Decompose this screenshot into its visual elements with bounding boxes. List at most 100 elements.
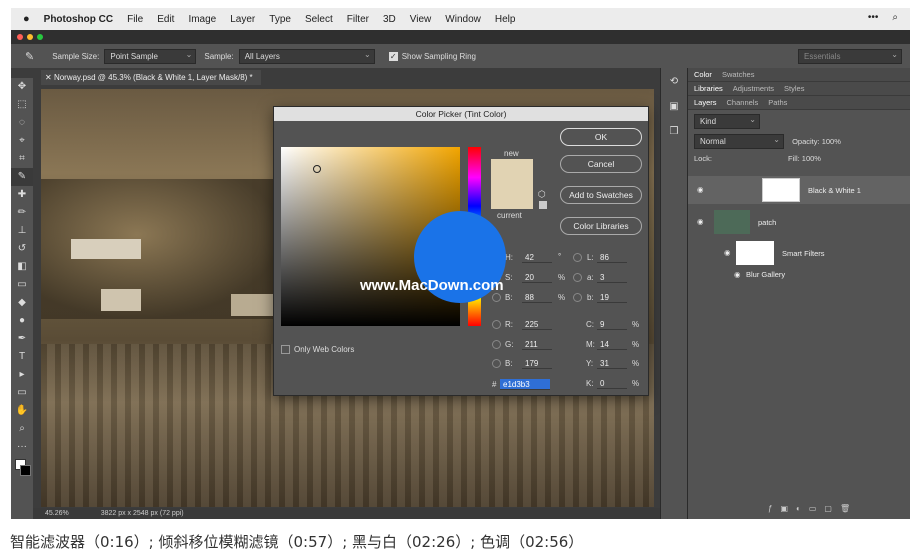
g-field[interactable]: 211 xyxy=(522,339,552,350)
kind-filter[interactable]: Kind xyxy=(694,113,760,129)
pen-tool-icon[interactable]: ✒ xyxy=(11,330,33,348)
healing-tool-icon[interactable]: ✚ xyxy=(11,186,33,204)
more-icon[interactable]: ••• xyxy=(868,12,879,23)
menu-filter[interactable]: Filter xyxy=(347,14,369,25)
menu-file[interactable]: File xyxy=(127,14,143,25)
smart-filters-row[interactable]: ◉ Smart Filters xyxy=(688,240,910,266)
tab-adjustments[interactable]: Adjustments xyxy=(733,84,774,93)
cancel-button[interactable]: Cancel xyxy=(560,155,642,173)
lab-b-field[interactable]: 19 xyxy=(597,292,627,303)
menu-help[interactable]: Help xyxy=(495,14,516,25)
web-safe-icon[interactable] xyxy=(539,201,547,209)
color-field-cursor[interactable] xyxy=(313,165,321,173)
tab-color[interactable]: Color xyxy=(694,70,712,79)
minimize-icon[interactable] xyxy=(27,34,33,40)
sample-select[interactable]: All Layers xyxy=(238,48,375,64)
workspace-select[interactable]: Essentials xyxy=(798,48,902,64)
close-icon[interactable] xyxy=(17,34,23,40)
apple-icon[interactable]: ● xyxy=(23,13,30,25)
blue-radio[interactable] xyxy=(492,359,501,368)
tab-styles[interactable]: Styles xyxy=(784,84,804,93)
l-radio[interactable] xyxy=(573,253,582,262)
zoom-tool-icon[interactable]: ⌕ xyxy=(11,420,33,438)
document-tab[interactable]: ✕ Norway.psd @ 45.3% (Black & White 1, L… xyxy=(41,70,261,85)
menu-image[interactable]: Image xyxy=(188,14,216,25)
brush-settings-icon[interactable]: ❒ xyxy=(661,126,687,137)
filter-row[interactable]: ◉ Blur Gallery xyxy=(688,268,910,282)
menu-view[interactable]: View xyxy=(410,14,432,25)
tab-libraries[interactable]: Libraries xyxy=(694,84,723,93)
menu-3d[interactable]: 3D xyxy=(383,14,396,25)
move-tool-icon[interactable]: ✥ xyxy=(11,78,33,96)
shape-tool-icon[interactable]: ▭ xyxy=(11,384,33,402)
cube-icon[interactable]: ⬡ xyxy=(538,189,546,200)
layer-row[interactable]: ◉ patch xyxy=(688,208,910,236)
b-radio[interactable] xyxy=(492,293,501,302)
properties-icon[interactable]: ▣ xyxy=(661,101,687,112)
history-brush-icon[interactable]: ↺ xyxy=(11,240,33,258)
lasso-tool-icon[interactable]: ◌ xyxy=(11,114,33,132)
m-field[interactable]: 14 xyxy=(597,339,627,350)
stamp-tool-icon[interactable]: ⊥ xyxy=(11,222,33,240)
only-web-checkbox[interactable] xyxy=(281,345,290,354)
crop-tool-icon[interactable]: ⌗ xyxy=(11,150,33,168)
app-menu[interactable]: Photoshop CC xyxy=(44,14,113,25)
s-field[interactable]: 20 xyxy=(522,272,552,283)
type-tool-icon[interactable]: T xyxy=(11,348,33,366)
eyedropper-icon[interactable]: ✎ xyxy=(25,50,34,63)
blur-tool-icon[interactable]: ◆ xyxy=(11,294,33,312)
marquee-tool-icon[interactable]: ⬚ xyxy=(11,96,33,114)
blend-mode-select[interactable]: Normal xyxy=(694,133,784,149)
tab-swatches[interactable]: Swatches xyxy=(722,70,755,79)
r-radio[interactable] xyxy=(492,320,501,329)
layer-row[interactable]: ◉ Black & White 1 xyxy=(688,176,910,204)
search-icon[interactable]: ⌕ xyxy=(892,12,898,23)
more-tools-icon[interactable]: ··· xyxy=(11,438,33,456)
add-to-swatches-button[interactable]: Add to Swatches xyxy=(560,186,642,204)
path-select-icon[interactable]: ▸ xyxy=(11,366,33,384)
eyedropper-tool-icon[interactable]: ✎ xyxy=(11,168,33,186)
menu-layer[interactable]: Layer xyxy=(230,14,255,25)
color-libraries-button[interactable]: Color Libraries xyxy=(560,217,642,235)
l-field[interactable]: 86 xyxy=(597,252,627,263)
menu-select[interactable]: Select xyxy=(305,14,333,25)
visibility-eye-icon[interactable]: ◉ xyxy=(734,270,741,279)
tab-paths[interactable]: Paths xyxy=(768,98,787,107)
dodge-tool-icon[interactable]: ● xyxy=(11,312,33,330)
visibility-eye-icon[interactable]: ◉ xyxy=(724,248,731,257)
layer-actions[interactable]: ƒ▣◐▭▢🗑 xyxy=(768,504,858,513)
gradient-tool-icon[interactable]: ▭ xyxy=(11,276,33,294)
zoom-icon[interactable] xyxy=(37,34,43,40)
a-field[interactable]: 3 xyxy=(597,272,627,283)
hex-field[interactable]: e1d3b3 xyxy=(500,379,550,390)
hand-tool-icon[interactable]: ✋ xyxy=(11,402,33,420)
ok-button[interactable]: OK xyxy=(560,128,642,146)
brush-tool-icon[interactable]: ✏ xyxy=(11,204,33,222)
h-field[interactable]: 42 xyxy=(522,252,552,263)
r-field[interactable]: 225 xyxy=(522,319,552,330)
g-radio[interactable] xyxy=(492,340,501,349)
blue-field[interactable]: 179 xyxy=(522,358,552,369)
tab-close-icon[interactable]: ✕ xyxy=(45,73,54,82)
visibility-eye-icon[interactable]: ◉ xyxy=(697,185,704,194)
opacity-value[interactable]: 100% xyxy=(822,137,841,146)
quick-select-icon[interactable]: ⌖ xyxy=(11,132,33,150)
visibility-eye-icon[interactable]: ◉ xyxy=(697,217,704,226)
history-icon[interactable]: ⟲ xyxy=(661,76,687,87)
show-ring-checkbox[interactable]: ✓ xyxy=(388,51,398,61)
tab-layers[interactable]: Layers xyxy=(694,98,717,107)
c-field[interactable]: 9 xyxy=(597,319,627,330)
menu-type[interactable]: Type xyxy=(269,14,291,25)
tab-channels[interactable]: Channels xyxy=(727,98,759,107)
color-swatches[interactable] xyxy=(11,456,33,480)
sample-size-select[interactable]: Point Sample xyxy=(104,48,197,64)
lab-b-radio[interactable] xyxy=(573,293,582,302)
eraser-tool-icon[interactable]: ◧ xyxy=(11,258,33,276)
k-field[interactable]: 0 xyxy=(597,378,627,389)
y-field[interactable]: 31 xyxy=(597,358,627,369)
menu-window[interactable]: Window xyxy=(445,14,481,25)
a-radio[interactable] xyxy=(573,273,582,282)
menu-edit[interactable]: Edit xyxy=(157,14,174,25)
fill-value[interactable]: 100% xyxy=(802,154,821,163)
b-field[interactable]: 88 xyxy=(522,292,552,303)
